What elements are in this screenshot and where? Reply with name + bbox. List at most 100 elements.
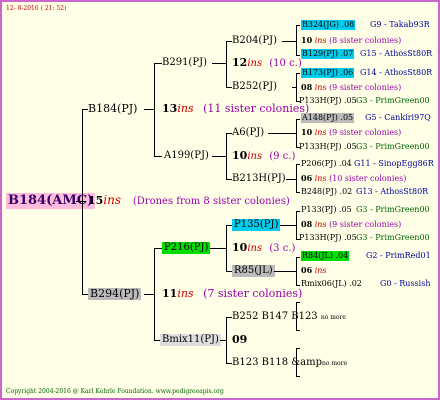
a199-queen[interactable]: A199(PJ) <box>164 150 209 162</box>
gen4-row1-right: G9 - Takab93R <box>370 20 430 29</box>
gen4-row10-right: G11 - SinopEgg86R <box>354 159 434 168</box>
b204-top <box>296 25 300 26</box>
dam-queen[interactable]: B294(PJ) <box>88 288 142 300</box>
p216-connector <box>154 248 162 249</box>
gen4-row11-note: (10 sister colonies) <box>329 174 407 183</box>
a199-line <box>212 156 226 157</box>
p216-info: 10ins (3 c.) <box>232 242 295 255</box>
a199-info: 10ins (9 c.) <box>232 150 295 163</box>
r85-vertical <box>296 257 297 285</box>
bmix11-queen[interactable]: Bmix11(PJ) <box>160 334 221 346</box>
gen4-row1-queen[interactable]: B324(JG) .08 <box>301 20 356 30</box>
b291-ins: ins <box>247 58 263 69</box>
r85-top <box>296 257 300 258</box>
b123b118-queen[interactable]: B123 B118 &ampno more <box>232 357 347 369</box>
b252-queen[interactable]: B252(PJ) <box>232 81 277 93</box>
gen4-row11: 06 ins (10 sister colonies) <box>301 173 406 184</box>
p216-note: (3 c.) <box>269 243 296 254</box>
gen4-row5-ins: ins <box>314 83 327 92</box>
b204-line <box>282 41 296 42</box>
dam-line <box>144 294 154 295</box>
gen4-row2-ins: ins <box>314 36 327 45</box>
dam-note: (7 sister colonies) <box>203 287 303 300</box>
p216-ins: ins <box>247 243 263 254</box>
gen4-row2-note: (8 sister colonies) <box>329 36 402 45</box>
gen4-row16-queen[interactable]: R84(JL) .04 <box>301 251 350 261</box>
sire-ins: ins <box>177 102 194 115</box>
gen4-row7-right: G5 - Cankiri97Q <box>365 113 431 122</box>
gen4-row5: 08 ins (9 sister colonies) <box>301 82 401 93</box>
p216-vertical <box>226 225 227 271</box>
gen4-row12-right: G13 - AthosSt80R <box>356 187 429 196</box>
gen4-row10-queen[interactable]: P206(PJ) .04 <box>301 159 352 169</box>
gen4-row15-queen[interactable]: P133H(PJ) .05 <box>299 233 357 243</box>
gen4-row16-right: G2 - PrimRed01 <box>366 251 431 260</box>
p135-vertical <box>296 211 297 239</box>
b252b147-vertical <box>296 302 297 330</box>
b204-vertical <box>296 25 297 55</box>
gen4-row12-queen[interactable]: B248(PJ) .02 <box>301 187 352 197</box>
gen4-row14-num: 08 <box>301 219 313 229</box>
a199-ins: ins <box>247 151 263 162</box>
p135-top <box>296 211 300 212</box>
sire-line <box>144 109 154 110</box>
root-connector <box>76 201 86 202</box>
p216-num: 10 <box>232 241 248 254</box>
gen4-row15-right: G3 - PrimGreen00 <box>356 233 430 242</box>
gen4-row2-num: 10 <box>301 35 313 45</box>
gen4-row13-queen[interactable]: P133(PJ) .05 <box>301 205 352 215</box>
b252b147-label: B252 B147 B123 <box>232 311 318 322</box>
a6-vertical <box>296 119 297 147</box>
gen4-row17-ins: ins <box>314 266 327 275</box>
r85-line <box>274 271 296 272</box>
a199-note: (9 c.) <box>269 151 296 162</box>
dam-ins: ins <box>177 287 194 300</box>
a199-num: 10 <box>232 149 248 162</box>
b252b147-top <box>296 302 300 303</box>
gen4-row8-num: 10 <box>301 127 313 137</box>
b252-vertical <box>296 73 297 101</box>
a199-connector <box>154 156 162 157</box>
sire-queen[interactable]: B184(PJ) <box>88 103 137 115</box>
b291-vertical <box>226 41 227 87</box>
a199-vertical <box>226 133 227 179</box>
gen4-row14-ins: ins <box>314 220 327 229</box>
gen4-row13-right: G3 - PrimGreen00 <box>356 205 430 214</box>
root-ins: ins <box>103 193 122 207</box>
gen4-row18-queen[interactable]: Rmix06(JL) .02 <box>301 279 362 289</box>
p216-queen[interactable]: P216(PJ) <box>162 242 211 254</box>
root-info: 15ins (Drones from 8 sister colonies) <box>88 194 290 208</box>
gen4-row3-queen[interactable]: B129(PJ) .07 <box>301 49 355 59</box>
p135-line <box>280 225 296 226</box>
gen4-row6-right: G3 - PrimGreen00 <box>356 96 430 105</box>
sire-note: (11 sister colonies) <box>203 102 310 115</box>
bmix11-info: 09 <box>232 334 247 347</box>
gen4-row9-queen[interactable]: P133H(PJ) .05 <box>299 142 357 152</box>
gen4-row2: 10 ins (8 sister colonies) <box>301 35 401 46</box>
sire-vertical <box>154 63 155 156</box>
gen4-row8-ins: ins <box>314 128 327 137</box>
gen4-row8: 10 ins (9 sister colonies) <box>301 127 401 138</box>
r85-queen[interactable]: R85(JL) <box>232 265 275 277</box>
pedigree-frame: 12- 8-2016 ( 21: 52) Copyright 2004-2016… <box>0 0 440 400</box>
b252b147-queen[interactable]: B252 B147 B123 no more <box>232 311 346 323</box>
b252b147-note: no more <box>320 314 346 321</box>
b204-queen[interactable]: B204(PJ) <box>232 35 277 47</box>
b213h-vertical <box>296 164 297 192</box>
a6-queen[interactable]: A6(PJ) <box>232 127 264 139</box>
a6-top <box>296 119 300 120</box>
p135-queen[interactable]: P135(PJ) <box>232 219 281 231</box>
dam-info: 11ins (7 sister colonies) <box>162 288 302 300</box>
gen4-row14: 08 ins (9 sister colonies) <box>301 219 401 230</box>
dam-vertical <box>154 248 155 340</box>
gen4-row7-queen[interactable]: A148(PJ) .05 <box>301 113 355 123</box>
b123b118-label: B123 B118 &amp <box>232 357 322 368</box>
gen4-row6-queen[interactable]: P133H(PJ) .05 <box>299 96 357 106</box>
b213h-queen[interactable]: B213H(PJ) <box>232 173 286 185</box>
b123b118-bottom <box>296 376 300 377</box>
b291-queen[interactable]: B291(PJ) <box>162 57 207 69</box>
gen4-row5-num: 08 <box>301 82 313 92</box>
b123b118-vertical <box>296 348 297 376</box>
gen4-row4-queen[interactable]: B173(PJ) .06 <box>301 68 355 78</box>
a6-line <box>268 133 296 134</box>
